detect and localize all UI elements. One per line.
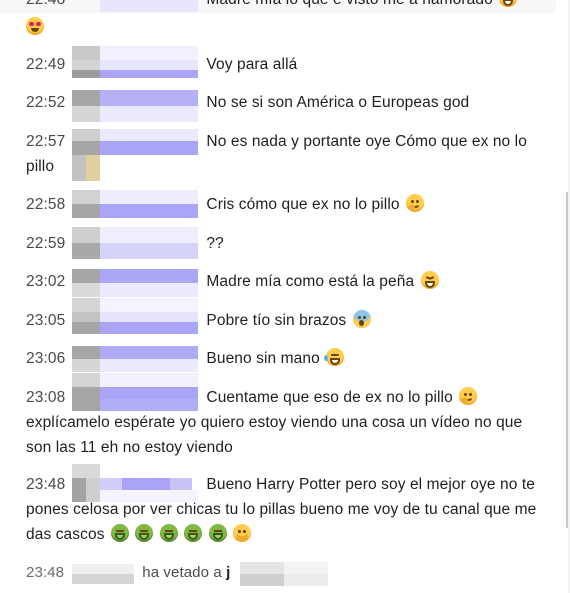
nauseated-icon xyxy=(135,524,154,542)
redacted-username xyxy=(72,90,198,122)
chat-log: 22:48 Madre mía lo que é visto me a hamo… xyxy=(0,0,558,593)
nauseated-icon xyxy=(208,524,227,542)
system-message-text: ha vetado a xyxy=(142,564,222,581)
message-text: No se si son América o Europeas god xyxy=(206,94,470,111)
nauseated-icon xyxy=(184,524,203,542)
grin-squint-icon xyxy=(420,271,439,289)
thinking-face-icon xyxy=(459,387,478,405)
chat-message: 23:08 Cuentame que eso de ex no lo pillo… xyxy=(0,373,556,463)
redacted-username xyxy=(72,0,198,12)
message-text: Madre mía lo que é visto me a hamorado xyxy=(206,0,492,8)
chat-message: 22:49 Voy para allá xyxy=(0,46,556,78)
chat-message: 23:06 Bueno sin mano xyxy=(0,346,556,372)
thinking-face-icon xyxy=(406,194,425,212)
chat-message: 23:48 Bueno Harry Potter pero soy el mej… xyxy=(0,464,556,550)
message-timestamp: 23:05 xyxy=(26,312,66,329)
message-timestamp: 23:02 xyxy=(26,273,66,290)
chat-message: 22:48 Madre mía lo que é visto me a hamo… xyxy=(0,0,556,13)
hugging-face-icon xyxy=(233,524,252,542)
message-timestamp: 22:57 xyxy=(26,133,66,150)
message-timestamp: 23:48 xyxy=(26,564,65,581)
message-timestamp: 22:48 xyxy=(26,0,72,12)
redacted-username xyxy=(72,269,198,297)
message-timestamp: 22:49 xyxy=(26,56,66,73)
message-text-continued: explícamelo espérate yo quiero estoy vie… xyxy=(26,414,523,456)
chat-message: 23:05 Pobre tío sin brazos xyxy=(0,298,556,334)
heart-eyes-icon xyxy=(26,17,44,35)
message-text: Bueno sin mano xyxy=(206,350,320,367)
message-text: Voy para allá xyxy=(206,56,298,73)
chat-message: 23:02 Madre mía como está la peña xyxy=(0,269,556,297)
redacted-username xyxy=(72,564,134,584)
message-text: Cris cómo que ex no lo pillo xyxy=(206,196,400,213)
redacted-username xyxy=(72,129,198,182)
message-timestamp: 23:48 xyxy=(26,476,66,493)
redacted-username xyxy=(72,298,198,334)
target-username[interactable]: j xyxy=(226,564,230,581)
message-timestamp: 23:06 xyxy=(26,350,66,367)
redacted-username xyxy=(72,346,198,372)
grin-squint-icon xyxy=(499,0,518,7)
scream-icon xyxy=(352,310,371,328)
chat-message: 22:52 No se si son América o Europeas go… xyxy=(0,90,556,122)
message-text: ?? xyxy=(206,235,224,252)
redacted-username xyxy=(72,373,198,411)
chat-message: 22:58 Cris cómo que ex no lo pillo xyxy=(0,190,556,220)
message-text: Madre mía como está la peña xyxy=(206,273,415,290)
chat-message: 22:59 ?? xyxy=(0,227,556,259)
message-text: Cuentame que eso de ex no lo pillo xyxy=(206,389,453,406)
redacted-username xyxy=(72,46,198,80)
joy-icon xyxy=(324,348,345,366)
message-timestamp: 23:08 xyxy=(26,389,66,406)
message-timestamp: 22:58 xyxy=(26,196,66,213)
redacted-username xyxy=(240,562,328,586)
redacted-username xyxy=(72,190,198,220)
chat-message: 22:57 No es nada y portante oye Cómo que… xyxy=(0,129,556,181)
nauseated-icon xyxy=(159,524,178,542)
redacted-username xyxy=(72,227,198,259)
message-text: Pobre tío sin brazos xyxy=(206,312,347,329)
message-timestamp: 22:59 xyxy=(26,235,66,252)
system-message: 23:48 ha vetado a j xyxy=(0,560,556,586)
message-timestamp: 22:52 xyxy=(26,94,66,111)
nauseated-icon xyxy=(110,524,129,542)
redacted-username xyxy=(72,464,198,502)
chat-message xyxy=(0,15,556,41)
